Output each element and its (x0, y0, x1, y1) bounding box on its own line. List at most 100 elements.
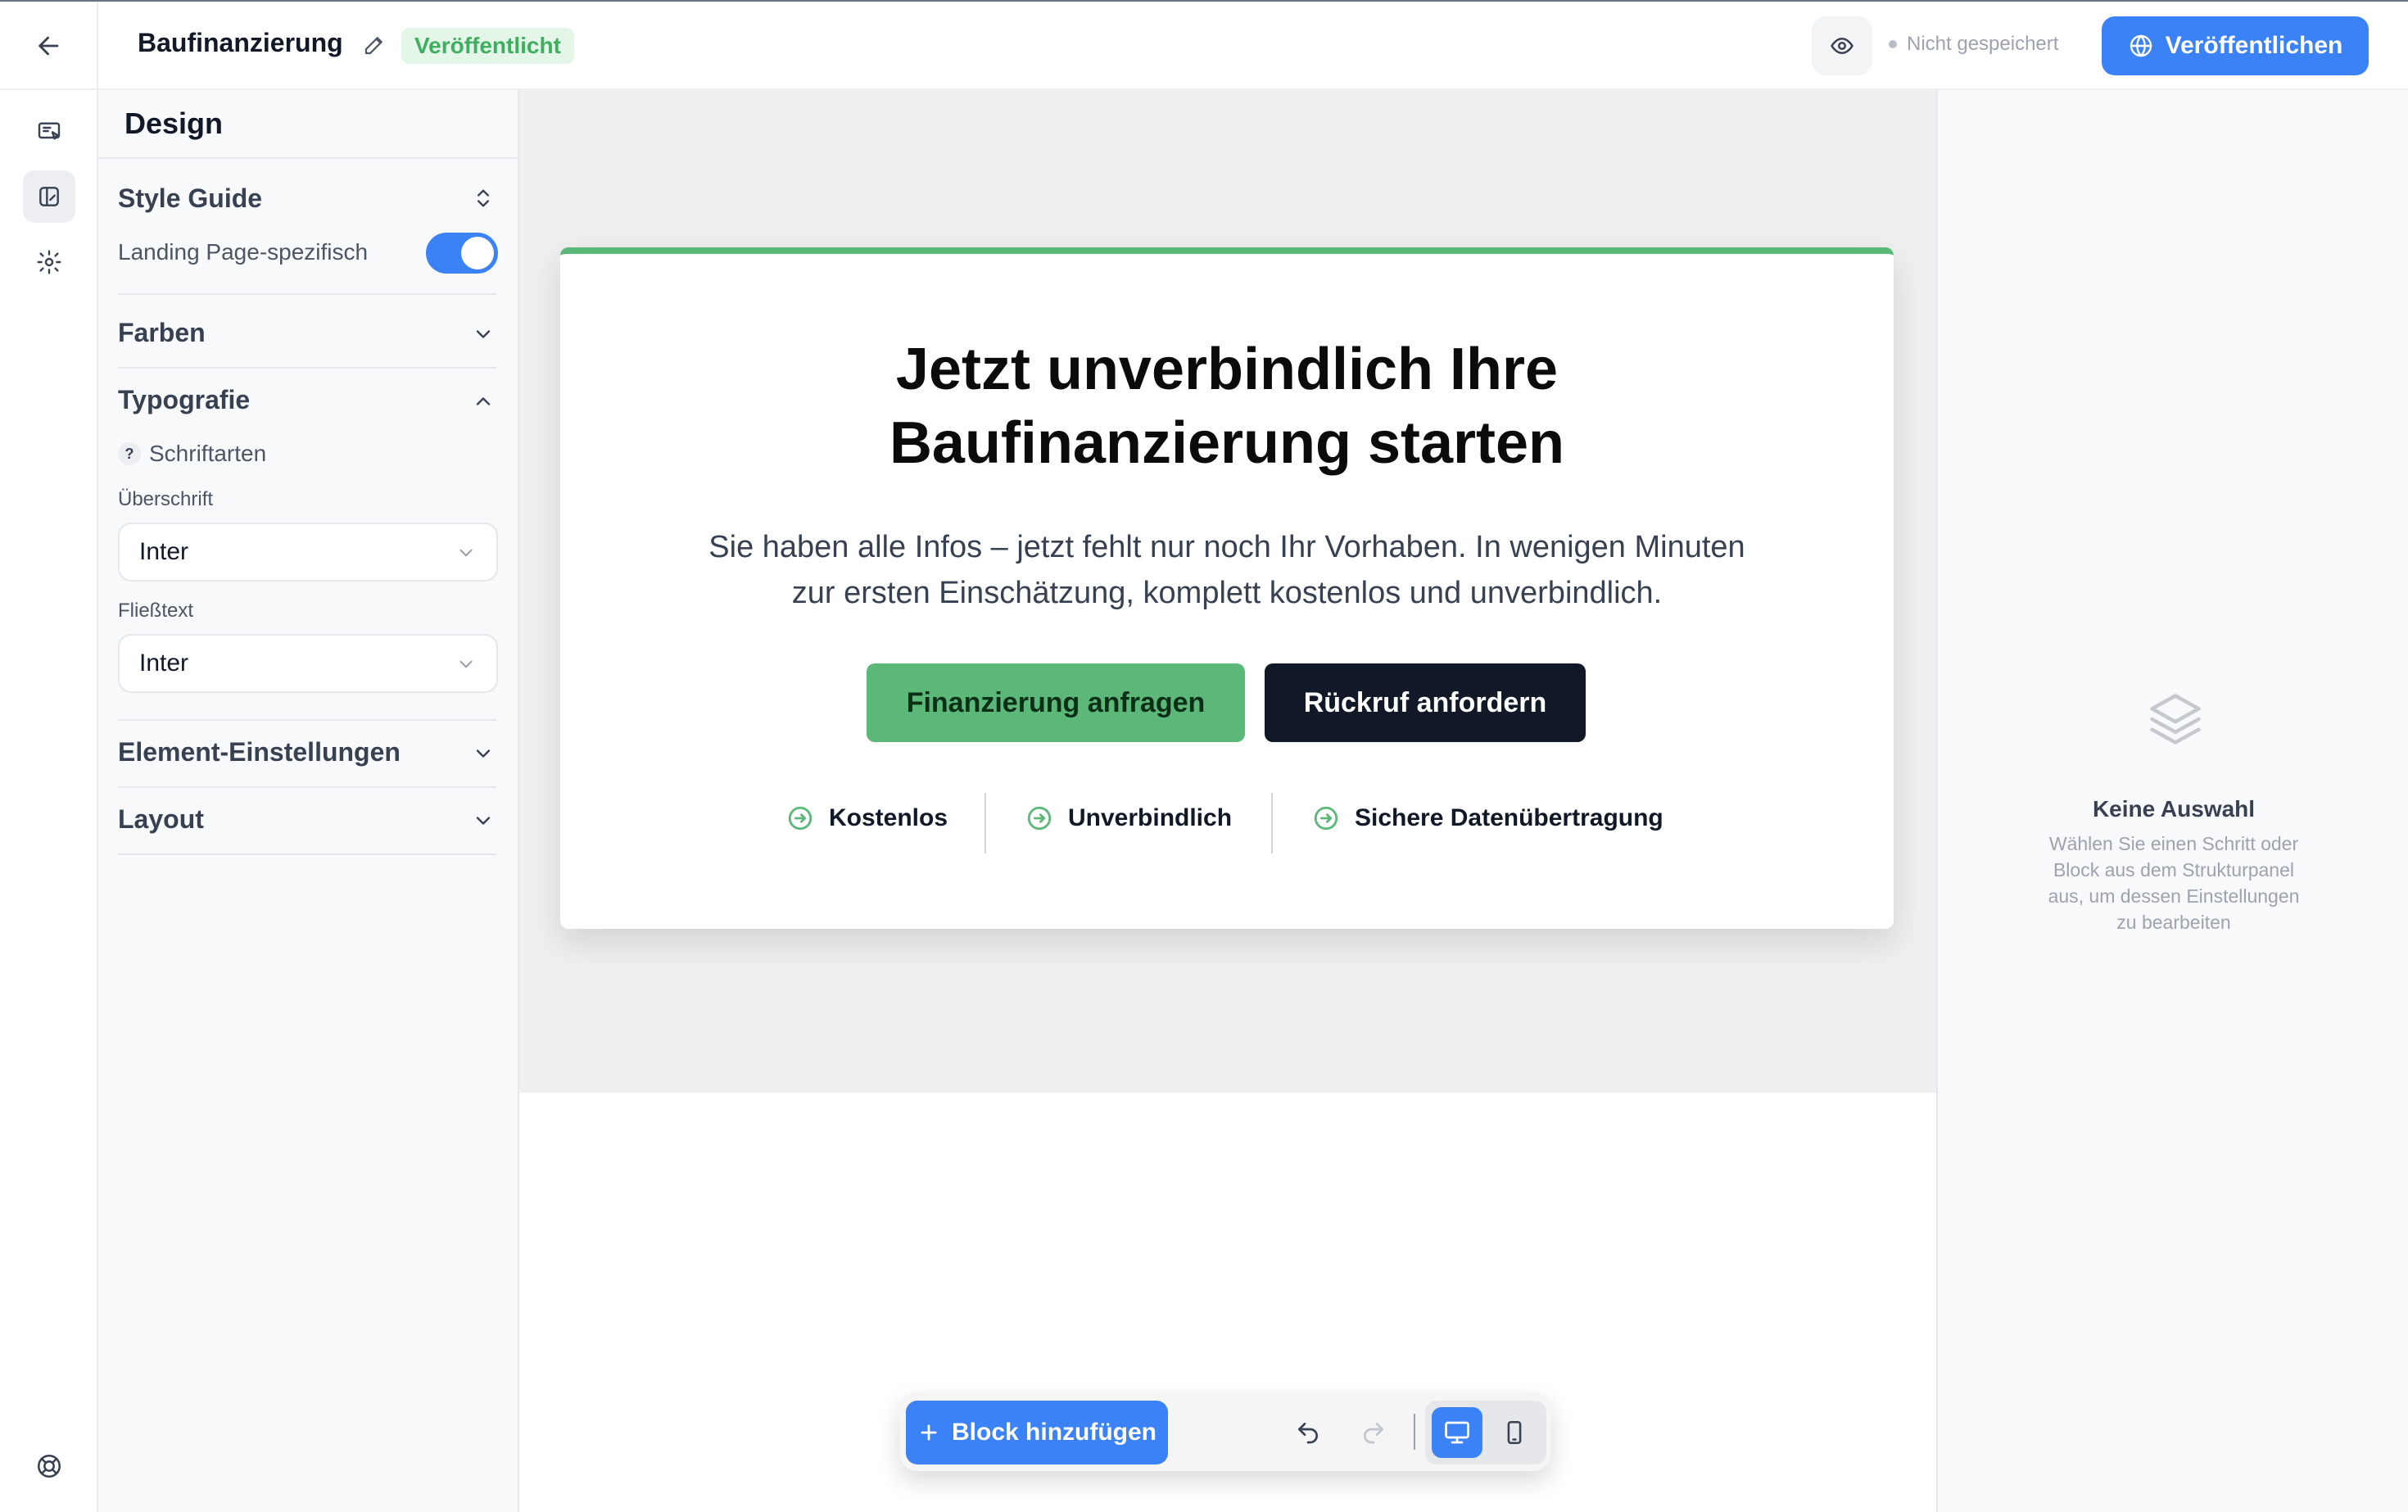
plus-icon (921, 1424, 937, 1441)
hero-subtitle-line: zur ersten Einschätzung, komplett kosten… (791, 576, 1663, 610)
empty-state-text: Wählen Sie einen Schritt oder Block aus … (2010, 831, 2338, 935)
heading-font-label: Überschrift (118, 488, 214, 510)
redo-button[interactable] (1353, 1412, 1394, 1453)
panel-title: Design (98, 90, 518, 159)
top-bar: Baufinanzierung Veröffentlicht Nicht ges… (0, 0, 2408, 90)
hero-title: Jetzt unverbindlich Ihre Baufinanzierung… (560, 333, 1894, 480)
section-layout[interactable]: Layout (118, 804, 204, 835)
publish-button-label: Veröffentlichen (2165, 32, 2343, 59)
section-farben[interactable]: Farben (118, 318, 206, 348)
canvas-toolbar: Block hinzufügen (899, 1392, 1551, 1471)
add-block-button[interactable]: Block hinzufügen (906, 1401, 1168, 1464)
empty-state-line: Block aus dem Strukturpanel (2053, 859, 2295, 880)
financing-request-button[interactable]: Finanzierung anfragen (867, 663, 1245, 742)
divider (118, 719, 496, 721)
save-status: Nicht gespeichert (1889, 33, 2058, 56)
left-rail (0, 90, 98, 1512)
settings-gear-icon (37, 250, 61, 274)
mobile-icon (1507, 1420, 1522, 1445)
divider (1271, 793, 1273, 853)
globe-icon (2130, 34, 2152, 57)
properties-panel: Keine Auswahl Wählen Sie einen Schritt o… (1936, 90, 2408, 1512)
divider (984, 793, 986, 853)
mobile-view-button[interactable] (1489, 1407, 1540, 1458)
divider (118, 786, 496, 788)
body-font-value: Inter (139, 650, 189, 677)
body-font-select[interactable]: Inter (118, 634, 498, 693)
hero-title-line: Jetzt unverbindlich Ihre (895, 337, 1559, 402)
benefit-item: Unverbindlich (1025, 804, 1232, 832)
hero-title-line: Baufinanzierung starten (889, 410, 1565, 476)
eye-icon (1831, 38, 1854, 54)
divider (118, 293, 496, 295)
chevron-up-icon[interactable] (472, 390, 495, 413)
page-title: Baufinanzierung (138, 28, 343, 57)
arrow-circle-icon (788, 806, 812, 831)
benefit-label: Kostenlos (829, 804, 948, 831)
divider (1414, 1414, 1415, 1450)
back-button[interactable] (25, 21, 74, 70)
back-arrow-icon (38, 36, 59, 56)
section-element-settings[interactable]: Element-Einstellungen (118, 737, 401, 767)
hero-subtitle: Sie haben alle Infos – jetzt fehlt nur n… (642, 524, 1812, 616)
add-block-label: Block hinzufügen (952, 1419, 1156, 1446)
design-panel-icon (39, 187, 59, 206)
empty-state-line: zu bearbeiten (2116, 912, 2231, 933)
fonts-help-label: Schriftarten (149, 441, 267, 466)
publish-button[interactable]: Veröffentlichen (2102, 16, 2369, 75)
preview-button[interactable] (1812, 16, 1872, 75)
undo-icon (1298, 1423, 1318, 1444)
rail-item-settings[interactable] (23, 236, 75, 288)
arrow-circle-icon (1027, 806, 1052, 831)
desktop-view-button[interactable] (1432, 1407, 1482, 1458)
section-style-guide[interactable]: Style Guide (118, 183, 262, 214)
divider (97, 2, 98, 90)
fonts-help[interactable]: ? Schriftarten (118, 441, 266, 467)
heading-font-value: Inter (139, 538, 189, 565)
redo-icon (1364, 1423, 1383, 1444)
benefit-item: Sichere Datenübertragung (1312, 804, 1663, 832)
section-typografie[interactable]: Typografie (118, 385, 250, 415)
callback-request-button[interactable]: Rückruf anfordern (1265, 663, 1586, 742)
toggle-label: Landing Page-spezifisch (118, 239, 369, 265)
help-button[interactable] (23, 1440, 75, 1492)
landing-page-specific-toggle[interactable] (426, 233, 498, 274)
layers-icon (2150, 694, 2201, 745)
chevron-down-icon[interactable] (472, 742, 495, 765)
content-editor-icon (38, 122, 61, 140)
save-status-text: Nicht gespeichert (1907, 33, 2059, 55)
toggle-knob (461, 237, 494, 269)
pencil-icon (364, 37, 382, 55)
chevron-down-icon[interactable] (472, 323, 495, 346)
status-badge: Veröffentlicht (401, 28, 574, 64)
benefit-label: Unverbindlich (1068, 804, 1233, 831)
divider (118, 367, 496, 369)
rename-button[interactable] (362, 33, 387, 57)
benefit-label: Sichere Datenübertragung (1355, 804, 1663, 831)
body-font-label: Fließtext (118, 600, 194, 622)
editor-canvas: Jetzt unverbindlich Ihre Baufinanzierung… (519, 90, 1936, 1512)
chevron-down-icon[interactable] (472, 809, 495, 832)
question-icon: ? (118, 442, 141, 465)
empty-state-line: Wählen Sie einen Schritt oder (2048, 833, 2299, 854)
heading-font-select[interactable]: Inter (118, 523, 498, 582)
empty-state-line: aus, um dessen Einstellungen (2048, 885, 2300, 907)
status-dot (1889, 40, 1897, 48)
chevron-down-icon (459, 660, 473, 668)
hero-card[interactable]: Jetzt unverbindlich Ihre Baufinanzierung… (560, 247, 1894, 929)
empty-state-title: Keine Auswahl (2092, 796, 2256, 822)
rail-item-content[interactable] (23, 105, 75, 157)
arrow-circle-icon (1314, 806, 1338, 831)
hero-subtitle-line: Sie haben alle Infos – jetzt fehlt nur n… (708, 530, 1745, 564)
device-switcher (1425, 1401, 1546, 1464)
benefit-item: Kostenlos (786, 804, 948, 832)
undo-button[interactable] (1288, 1412, 1328, 1453)
design-panel: Design Style Guide Landing Page-spezifis… (98, 90, 519, 1512)
divider (118, 853, 496, 855)
chevron-up-down-icon[interactable] (472, 187, 495, 210)
desktop-icon (1445, 1421, 1469, 1444)
help-lifebuoy-icon (37, 1454, 61, 1478)
rail-item-design[interactable] (23, 170, 75, 223)
hero-section[interactable]: Jetzt unverbindlich Ihre Baufinanzierung… (519, 90, 1936, 1093)
chevron-down-icon (459, 549, 473, 557)
